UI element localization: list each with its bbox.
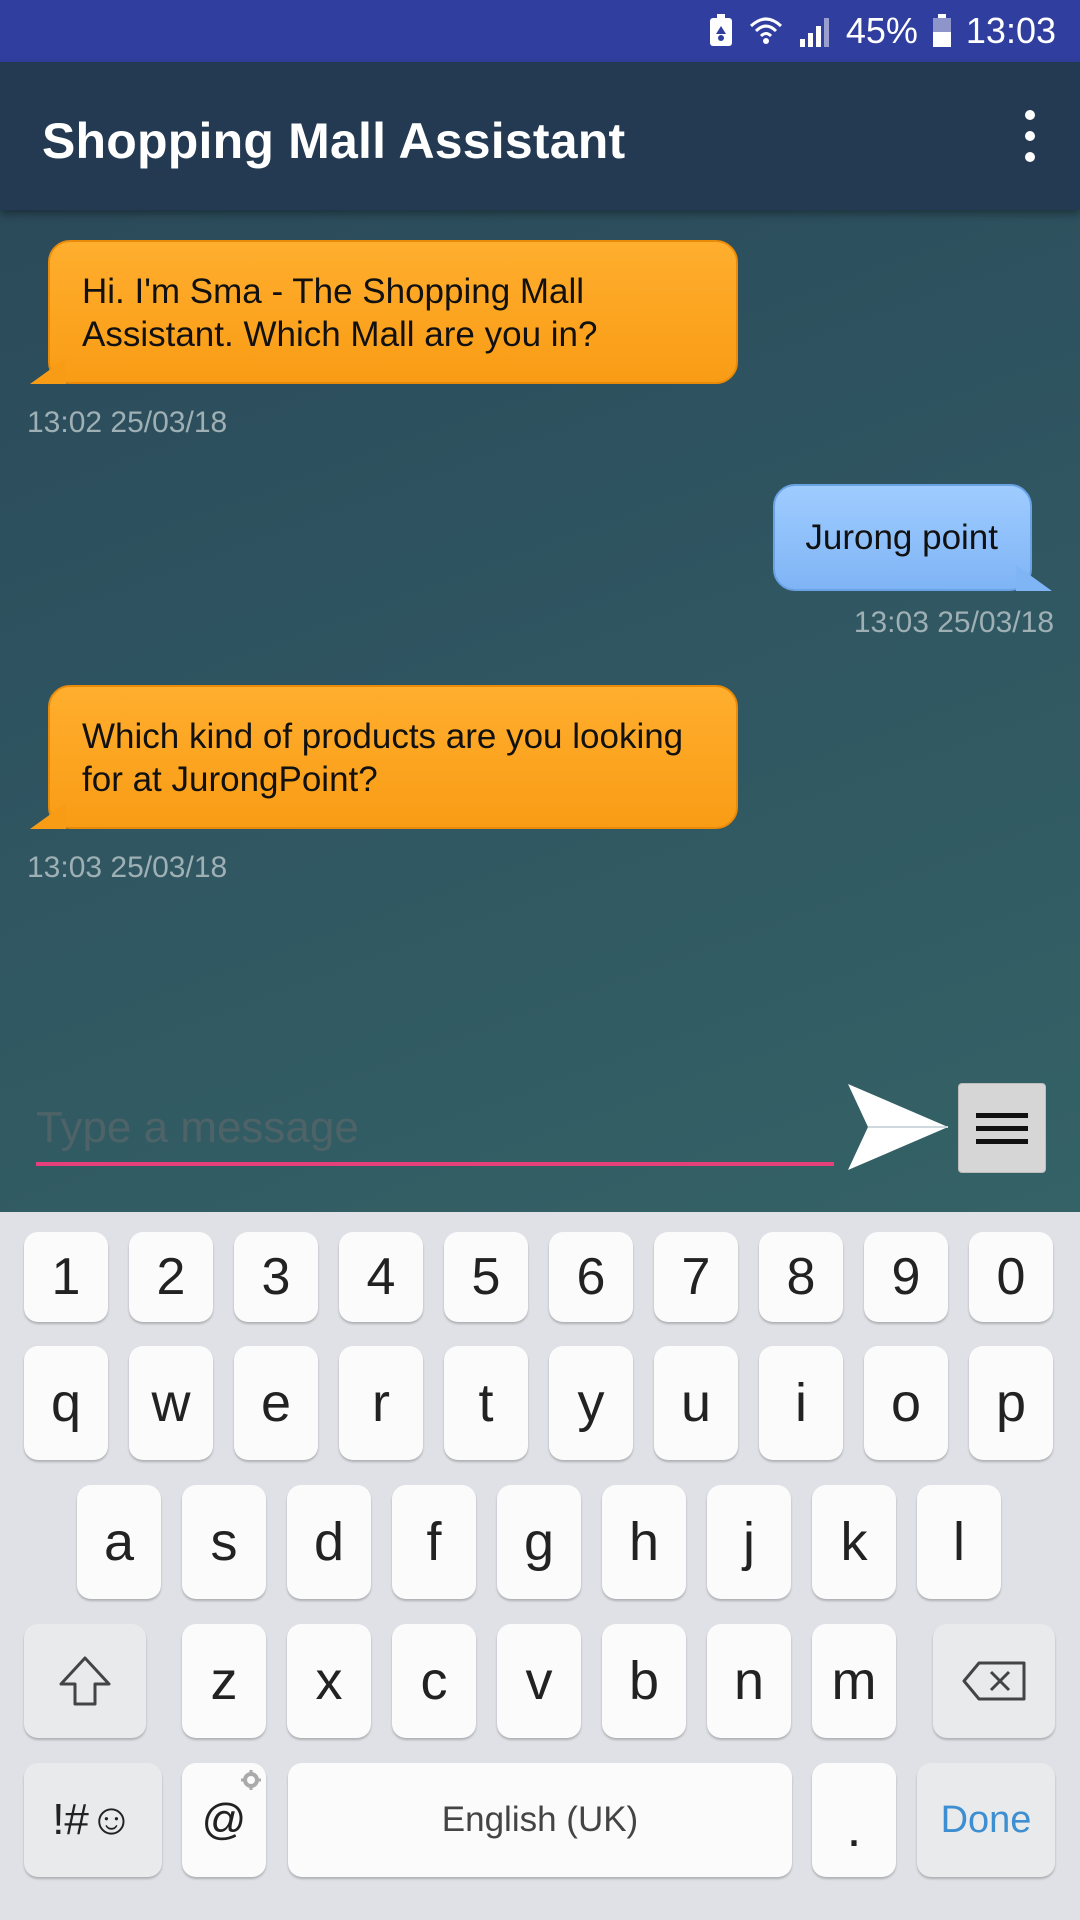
battery-icon (932, 14, 952, 48)
at-label: @ (201, 1795, 247, 1844)
more-options-icon[interactable] (1010, 110, 1050, 162)
key-5[interactable]: 5 (444, 1232, 528, 1322)
period-key[interactable]: . (812, 1763, 896, 1877)
app-bar: Shopping Mall Assistant (0, 62, 1080, 210)
message-timestamp: 13:02 25/03/18 (27, 406, 228, 439)
input-underline (36, 1162, 834, 1166)
symbols-key[interactable]: !#☺ (24, 1763, 162, 1877)
signal-icon (798, 15, 832, 47)
key-k[interactable]: k (812, 1485, 896, 1599)
status-bar: 45% 13:03 (0, 0, 1080, 62)
key-n[interactable]: n (707, 1624, 791, 1738)
done-key[interactable]: Done (917, 1763, 1055, 1877)
key-x[interactable]: x (287, 1624, 371, 1738)
key-7[interactable]: 7 (654, 1232, 738, 1322)
at-key[interactable]: @ (182, 1763, 266, 1877)
key-3[interactable]: 3 (234, 1232, 318, 1322)
key-6[interactable]: 6 (549, 1232, 633, 1322)
send-icon[interactable] (846, 1082, 950, 1172)
hamburger-icon (976, 1112, 1028, 1118)
message-input[interactable] (36, 1098, 826, 1158)
key-b[interactable]: b (602, 1624, 686, 1738)
space-key[interactable]: English (UK) (288, 1763, 792, 1877)
key-i[interactable]: i (759, 1346, 843, 1460)
key-y[interactable]: y (549, 1346, 633, 1460)
key-t[interactable]: t (444, 1346, 528, 1460)
key-j[interactable]: j (707, 1485, 791, 1599)
key-o[interactable]: o (864, 1346, 948, 1460)
key-z[interactable]: z (182, 1624, 266, 1738)
clock: 13:03 (965, 10, 1056, 51)
key-f[interactable]: f (392, 1485, 476, 1599)
key-4[interactable]: 4 (339, 1232, 423, 1322)
bot-message: Which kind of products are you looking f… (30, 685, 738, 829)
key-v[interactable]: v (497, 1624, 581, 1738)
shift-icon (59, 1656, 111, 1706)
soft-keyboard: 1 2 3 4 5 6 7 8 9 0 q w e r t y u i o p … (0, 1212, 1080, 1920)
backspace-key[interactable] (933, 1624, 1055, 1738)
menu-button[interactable] (958, 1083, 1046, 1173)
bot-message: Hi. I'm Sma - The Shopping Mall Assistan… (30, 240, 738, 384)
user-message: Jurong point (773, 484, 1052, 591)
key-s[interactable]: s (182, 1485, 266, 1599)
app-title: Shopping Mall Assistant (42, 113, 626, 169)
message-timestamp: 13:03 25/03/18 (27, 851, 228, 884)
wifi-icon (748, 14, 784, 48)
key-p[interactable]: p (969, 1346, 1053, 1460)
key-r[interactable]: r (339, 1346, 423, 1460)
key-u[interactable]: u (654, 1346, 738, 1460)
key-h[interactable]: h (602, 1485, 686, 1599)
key-l[interactable]: l (917, 1485, 1001, 1599)
battery-saver-icon (708, 14, 734, 48)
battery-percent: 45% (845, 10, 918, 51)
shift-key[interactable] (24, 1624, 146, 1738)
key-9[interactable]: 9 (864, 1232, 948, 1322)
key-w[interactable]: w (129, 1346, 213, 1460)
key-q[interactable]: q (24, 1346, 108, 1460)
key-m[interactable]: m (812, 1624, 896, 1738)
key-8[interactable]: 8 (759, 1232, 843, 1322)
backspace-icon (962, 1661, 1026, 1701)
chat-area[interactable]: Hi. I'm Sma - The Shopping Mall Assistan… (0, 210, 1080, 1212)
key-0[interactable]: 0 (969, 1232, 1053, 1322)
key-a[interactable]: a (77, 1485, 161, 1599)
key-2[interactable]: 2 (129, 1232, 213, 1322)
key-1[interactable]: 1 (24, 1232, 108, 1322)
key-c[interactable]: c (392, 1624, 476, 1738)
gear-icon (241, 1770, 261, 1790)
key-e[interactable]: e (234, 1346, 318, 1460)
key-d[interactable]: d (287, 1485, 371, 1599)
message-timestamp: 13:03 25/03/18 (853, 606, 1054, 639)
key-g[interactable]: g (497, 1485, 581, 1599)
